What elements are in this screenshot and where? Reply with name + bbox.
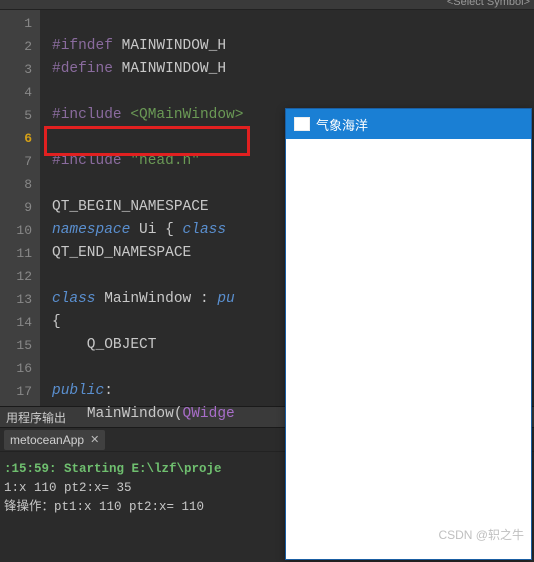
tab-label: metoceanApp bbox=[10, 433, 84, 447]
app-titlebar[interactable]: 气象海洋 bbox=[286, 109, 531, 139]
keyword-class: class bbox=[52, 291, 96, 307]
preprocessor: #include bbox=[52, 107, 130, 123]
keyword-public: pu bbox=[217, 291, 234, 307]
line-number: 2 bbox=[0, 35, 32, 58]
line-gutter: 1 2 3 4 5 6 7 8 9 10 11 12 13 14 15 16 1… bbox=[0, 10, 40, 406]
preprocessor: #define bbox=[52, 61, 113, 77]
macro-call: QT_BEGIN_NAMESPACE bbox=[52, 199, 209, 215]
indent bbox=[52, 406, 87, 422]
keyword-class: class bbox=[183, 222, 227, 238]
line-number: 12 bbox=[0, 265, 32, 288]
namespace-name: Ui bbox=[130, 222, 165, 238]
line-number: 3 bbox=[0, 58, 32, 81]
line-number: 10 bbox=[0, 219, 32, 242]
line-number-active: 6 bbox=[0, 127, 32, 150]
line-number: 17 bbox=[0, 380, 32, 403]
keyword-public: public bbox=[52, 383, 104, 399]
app-icon bbox=[294, 117, 310, 131]
app-window[interactable]: 气象海洋 bbox=[285, 108, 532, 560]
constructor-name: MainWindow bbox=[87, 406, 174, 422]
macro-name: MAINWINDOW_H bbox=[113, 38, 226, 54]
close-icon[interactable]: ✕ bbox=[90, 433, 99, 446]
preprocessor: #include bbox=[52, 153, 130, 169]
line-number: 5 bbox=[0, 104, 32, 127]
colon: : bbox=[200, 291, 217, 307]
app-title: 气象海洋 bbox=[316, 115, 368, 134]
line-number: 1 bbox=[0, 12, 32, 35]
watermark: CSDN @轵之牛 bbox=[438, 526, 524, 543]
editor-top-bar: <Select Symbol> bbox=[0, 0, 534, 10]
line-number: 9 bbox=[0, 196, 32, 219]
preprocessor: #ifndef bbox=[52, 38, 113, 54]
paren: ( bbox=[174, 406, 183, 422]
line-number: 13 bbox=[0, 288, 32, 311]
include-path: <QMainWindow> bbox=[130, 107, 243, 123]
line-number: 4 bbox=[0, 81, 32, 104]
macro-call: Q_OBJECT bbox=[52, 337, 156, 353]
include-path: "head.h" bbox=[130, 153, 200, 169]
macro-name: MAINWINDOW_H bbox=[113, 61, 226, 77]
brace: { bbox=[165, 222, 182, 238]
colon: : bbox=[104, 383, 113, 399]
type-name: QWidge bbox=[183, 406, 235, 422]
macro-call: QT_END_NAMESPACE bbox=[52, 245, 191, 261]
app-body[interactable] bbox=[286, 139, 531, 559]
line-number: 16 bbox=[0, 357, 32, 380]
brace: { bbox=[52, 314, 61, 330]
symbol-selector[interactable]: <Select Symbol> bbox=[447, 0, 530, 8]
line-number: 8 bbox=[0, 173, 32, 196]
line-number: 14 bbox=[0, 311, 32, 334]
line-number: 11 bbox=[0, 242, 32, 265]
keyword-namespace: namespace bbox=[52, 222, 130, 238]
class-name: MainWindow bbox=[96, 291, 200, 307]
line-number: 15 bbox=[0, 334, 32, 357]
line-number: 7 bbox=[0, 150, 32, 173]
